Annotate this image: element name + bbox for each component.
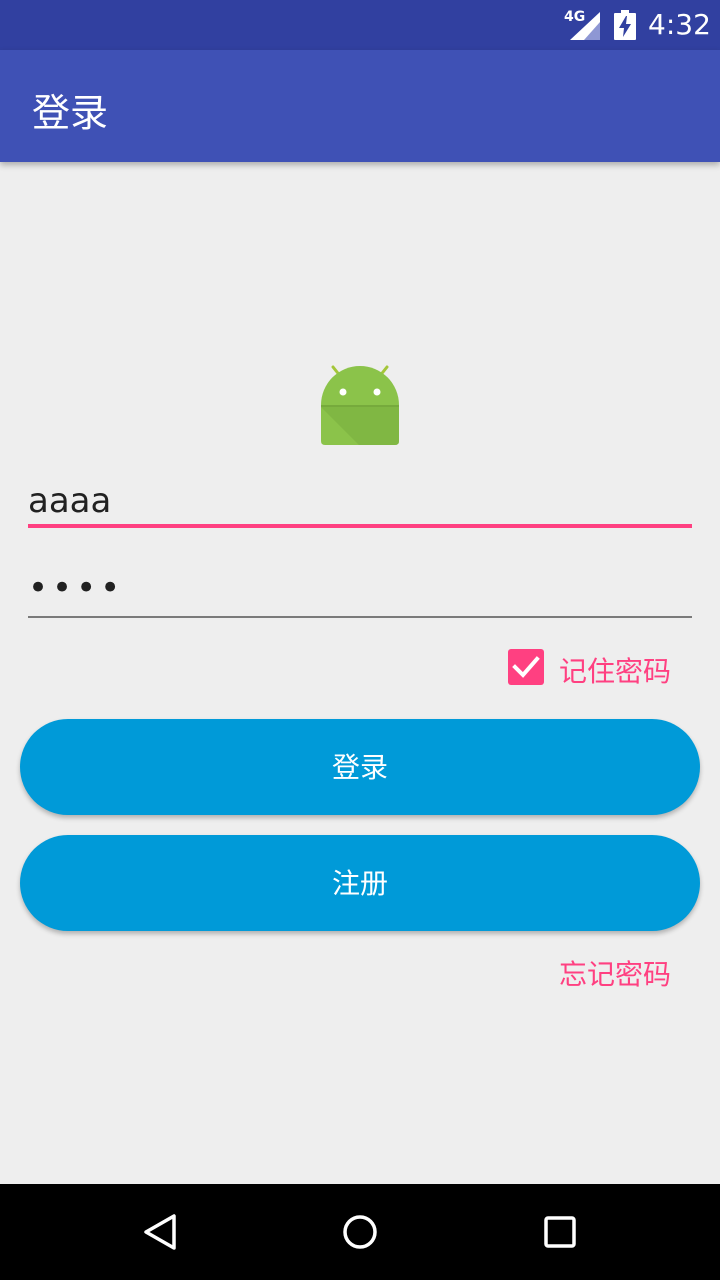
status-clock: 4:32 <box>648 8 711 41</box>
back-icon[interactable] <box>140 1212 180 1252</box>
login-screen: 4G 4:32 登录 •••• <box>0 0 720 1280</box>
check-icon <box>512 656 540 678</box>
register-button[interactable]: 注册 <box>20 835 700 931</box>
password-input[interactable]: •••• <box>28 568 692 610</box>
battery-charging-icon <box>614 10 636 40</box>
remember-password-label[interactable]: 记住密码 <box>559 650 671 690</box>
username-input[interactable] <box>28 480 692 522</box>
forgot-password-link[interactable]: 忘记密码 <box>559 953 671 993</box>
username-underline-focused <box>28 524 692 528</box>
status-bar: 4G 4:32 <box>0 0 720 50</box>
home-icon[interactable] <box>340 1212 380 1252</box>
recents-icon[interactable] <box>540 1212 580 1252</box>
password-underline <box>28 616 692 618</box>
app-toolbar: 登录 <box>0 50 720 162</box>
remember-password-checkbox[interactable]: 记住密码 <box>508 648 688 688</box>
login-button[interactable]: 登录 <box>20 719 700 815</box>
page-title: 登录 <box>32 91 109 135</box>
android-logo-icon <box>321 365 399 445</box>
signal-icon <box>570 12 600 40</box>
checkbox-checked[interactable] <box>508 649 544 685</box>
system-nav-bar <box>0 1184 720 1280</box>
